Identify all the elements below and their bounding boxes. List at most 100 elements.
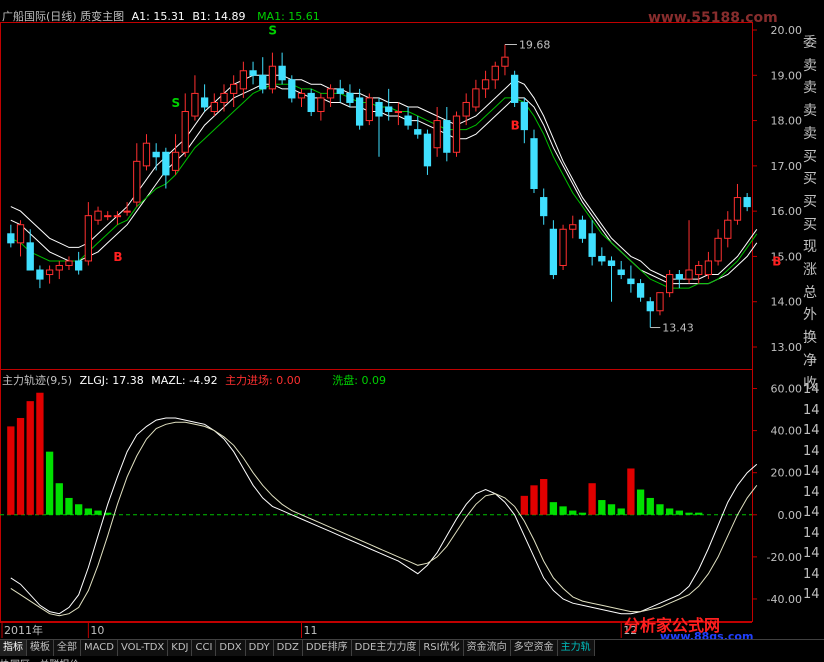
candle-body bbox=[7, 233, 15, 244]
quote-value: 14 bbox=[803, 546, 820, 561]
candle-body bbox=[65, 260, 73, 266]
volume-bar bbox=[695, 512, 703, 515]
quote-label: 买 bbox=[803, 193, 817, 210]
candle-body bbox=[230, 83, 238, 94]
volume-bar bbox=[530, 485, 538, 515]
volume-bar bbox=[26, 401, 34, 515]
volume-bar bbox=[55, 483, 63, 515]
volume-bar bbox=[685, 512, 693, 515]
tab-2[interactable]: 模板 bbox=[27, 640, 54, 656]
candle-body bbox=[385, 106, 393, 113]
volume-bar bbox=[656, 504, 664, 515]
volume-bar bbox=[65, 497, 73, 515]
quote-label: 买 bbox=[803, 171, 817, 188]
candle-body bbox=[162, 151, 170, 176]
tab-8[interactable]: DDX bbox=[216, 640, 246, 656]
candle-body bbox=[84, 215, 92, 262]
candle-body bbox=[268, 65, 277, 90]
quote-label: 委 bbox=[803, 35, 817, 51]
quote-label: 卖 bbox=[803, 125, 817, 142]
mazl-value: MAZL: -4.92 bbox=[151, 374, 218, 387]
candle-body bbox=[636, 283, 645, 298]
tab-11[interactable]: DDE排序 bbox=[302, 640, 352, 656]
candle-body bbox=[695, 264, 703, 276]
a1-value: A1: 15.31 bbox=[131, 10, 185, 23]
tab-16[interactable]: 主力轨 bbox=[557, 640, 595, 656]
volume-bar bbox=[540, 479, 548, 515]
tab-7[interactable]: CCI bbox=[192, 640, 217, 656]
tab-6[interactable]: KDJ bbox=[168, 640, 193, 656]
candle-body bbox=[501, 56, 509, 67]
candle-body bbox=[743, 197, 751, 208]
tab-3[interactable]: 全部 bbox=[54, 640, 81, 656]
candle-body bbox=[336, 88, 344, 94]
volume-bar bbox=[559, 506, 567, 515]
ma-line bbox=[10, 83, 758, 289]
quote-value: 14 bbox=[803, 382, 820, 397]
candle-body bbox=[559, 228, 567, 266]
tab-14[interactable]: 资金流向 bbox=[463, 640, 511, 656]
quote-label: 买 bbox=[803, 216, 817, 233]
quote-label: 卖 bbox=[803, 103, 817, 120]
volume-bar bbox=[627, 468, 635, 515]
status-bar: 协同区 · 关联报价 bbox=[0, 656, 824, 662]
candle-body bbox=[510, 74, 519, 103]
top-watermark: www.55188.com bbox=[648, 10, 778, 26]
candle-body bbox=[249, 70, 257, 76]
candle-body bbox=[540, 197, 548, 217]
tab-15[interactable]: 多空资金 bbox=[510, 640, 558, 656]
candle-body bbox=[94, 210, 102, 221]
high-price-annotation: 19.68 bbox=[519, 38, 551, 51]
tab-9[interactable]: DDY bbox=[245, 640, 274, 656]
chart-header: 广船国际(日线) 质变主图 A1: 15.31 B1: 14.89 MA1: 1… bbox=[2, 8, 320, 24]
main-frame bbox=[0, 22, 753, 370]
candle-body bbox=[75, 260, 83, 271]
candle-body bbox=[607, 260, 616, 266]
candle-body bbox=[133, 160, 141, 203]
candle-body bbox=[578, 219, 587, 239]
volume-bar bbox=[520, 495, 528, 515]
quote-label: 现 bbox=[803, 239, 817, 256]
low-price-annotation: 13.43 bbox=[662, 322, 694, 335]
candle-body bbox=[375, 101, 383, 117]
volume-bar bbox=[636, 489, 645, 515]
candle-body bbox=[685, 269, 693, 280]
quote-label: 卖 bbox=[803, 80, 817, 97]
candle-body bbox=[36, 269, 44, 280]
candle-body bbox=[123, 210, 131, 213]
candle-body bbox=[423, 133, 432, 167]
volume-bar bbox=[7, 426, 15, 515]
candle-body bbox=[26, 242, 34, 271]
quote-value: 14 bbox=[803, 402, 820, 418]
candle-body bbox=[394, 111, 403, 114]
quote-value: 14 bbox=[803, 566, 820, 582]
quote-label: 外 bbox=[803, 307, 817, 324]
volume-bar bbox=[588, 483, 596, 515]
volume-bar bbox=[75, 504, 83, 515]
candle-body bbox=[210, 101, 218, 113]
volume-bar bbox=[84, 508, 92, 515]
price-axis-label: 19.00 bbox=[771, 69, 803, 82]
candle-body bbox=[617, 269, 625, 276]
b1-value: B1: 14.89 bbox=[192, 10, 246, 23]
tab-4[interactable]: MACD bbox=[81, 640, 118, 656]
candle-body bbox=[239, 70, 248, 90]
candle-body bbox=[55, 264, 63, 271]
zlgj-line bbox=[10, 417, 758, 615]
volume-bar bbox=[578, 512, 587, 515]
candle-body bbox=[646, 301, 654, 312]
candle-body bbox=[220, 92, 228, 103]
tab-12[interactable]: DDE主力力度 bbox=[351, 640, 421, 656]
quote-value: 14 bbox=[803, 587, 820, 602]
tab-1[interactable]: 指标 bbox=[0, 640, 27, 656]
volume-bar bbox=[617, 508, 625, 515]
tab-5[interactable]: VOL-TDX bbox=[117, 640, 169, 656]
wash-value: 洗盘: 0.09 bbox=[332, 374, 386, 387]
candle-body bbox=[365, 97, 373, 122]
candle-body bbox=[317, 97, 325, 113]
candle-body bbox=[171, 151, 180, 171]
tab-13[interactable]: RSI优化 bbox=[420, 640, 464, 656]
tab-10[interactable]: DDZ bbox=[273, 640, 303, 656]
quote-label: 涨 bbox=[803, 262, 817, 279]
candle-body bbox=[288, 79, 296, 99]
